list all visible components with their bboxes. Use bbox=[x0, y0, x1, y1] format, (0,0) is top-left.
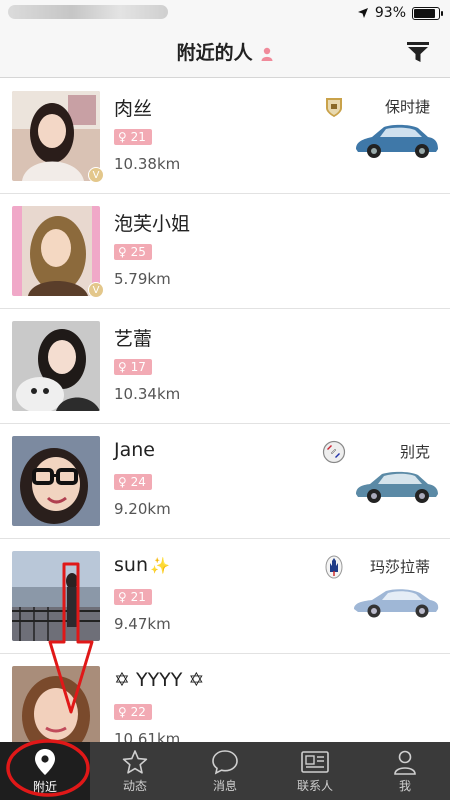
person-name: 泡芙小姐 bbox=[114, 213, 191, 235]
distance: 9.47km bbox=[114, 615, 171, 633]
location-pin-icon bbox=[35, 748, 55, 775]
page-title-text: 附近的人 bbox=[176, 42, 253, 64]
battery-fill bbox=[414, 8, 436, 18]
maserati-logo-icon bbox=[325, 555, 343, 579]
car-image bbox=[356, 471, 438, 503]
tab-nearby[interactable]: 附近 bbox=[0, 742, 90, 800]
carrier-info-blurred bbox=[8, 5, 168, 19]
list-item[interactable]: V 肉丝 ♀ 21 10.38km 保时捷 bbox=[0, 79, 450, 194]
avatar bbox=[12, 551, 100, 641]
age-badge: ♀ 22 bbox=[114, 704, 152, 720]
distance: 10.38km bbox=[114, 155, 181, 173]
list-item[interactable]: Jane ♀ 24 9.20km 别克 bbox=[0, 424, 450, 539]
status-bar: 93% bbox=[0, 0, 450, 26]
tab-moments[interactable]: 动态 bbox=[90, 742, 180, 800]
tab-label: 我 bbox=[398, 778, 411, 793]
porsche-logo-icon bbox=[326, 98, 342, 117]
car-brand: 别克 bbox=[399, 443, 430, 461]
filter-icon bbox=[407, 42, 429, 62]
battery-icon bbox=[412, 6, 443, 20]
car-image bbox=[354, 589, 439, 618]
tab-label: 附近 bbox=[32, 779, 57, 794]
tab-label: 消息 bbox=[212, 778, 237, 793]
avatar bbox=[12, 666, 100, 742]
distance: 9.20km bbox=[114, 500, 171, 518]
vip-badge: V bbox=[88, 282, 104, 298]
distance: 10.61km bbox=[114, 730, 181, 742]
location-arrow-icon bbox=[357, 8, 368, 18]
female-icon: ♀ bbox=[118, 475, 127, 489]
person-icon bbox=[261, 47, 273, 61]
avatar bbox=[12, 91, 100, 181]
people-list: V 肉丝 ♀ 21 10.38km 保时捷 V 泡芙小姐 ♀ 25 5.79km… bbox=[0, 79, 450, 742]
age-badge: ♀ 17 bbox=[114, 359, 152, 375]
distance: 10.34km bbox=[114, 385, 181, 403]
female-icon: ♀ bbox=[118, 130, 127, 144]
star-icon bbox=[122, 749, 148, 774]
list-item[interactable]: 艺蕾 ♀ 17 10.34km bbox=[0, 309, 450, 424]
list-item[interactable]: V 泡芙小姐 ♀ 25 5.79km bbox=[0, 194, 450, 309]
vip-badge: V bbox=[88, 167, 104, 183]
age-badge: ♀ 24 bbox=[114, 474, 152, 490]
female-icon: ♀ bbox=[118, 705, 127, 719]
tab-contacts[interactable]: 联系人 bbox=[270, 742, 360, 800]
avatar bbox=[12, 206, 100, 296]
person-name: sun ✨ bbox=[114, 554, 170, 576]
sparkle-emoji: ✨ bbox=[149, 556, 170, 575]
chat-bubble-icon bbox=[212, 749, 238, 774]
person-name: Jane bbox=[114, 439, 155, 461]
tab-messages[interactable]: 消息 bbox=[180, 742, 270, 800]
contact-card-icon bbox=[301, 750, 329, 773]
filter-button[interactable] bbox=[404, 38, 432, 66]
tab-label: 联系人 bbox=[296, 778, 333, 793]
battery-percent: 93% bbox=[374, 5, 406, 21]
status-right: 93% bbox=[357, 4, 443, 22]
person-name: 艺蕾 bbox=[114, 328, 153, 350]
person-icon bbox=[394, 750, 416, 775]
person-name: ✡ YYYY ✡ bbox=[114, 669, 205, 691]
female-icon: ♀ bbox=[118, 245, 127, 259]
age-badge: ♀ 21 bbox=[114, 589, 152, 605]
car-brand: 玛莎拉蒂 bbox=[369, 558, 430, 576]
distance: 5.79km bbox=[114, 270, 171, 288]
age-badge: ♀ 25 bbox=[114, 244, 152, 260]
tab-me[interactable]: 我 bbox=[360, 742, 450, 800]
buick-logo-icon bbox=[322, 440, 346, 464]
avatar bbox=[12, 436, 100, 526]
tab-bar: 附近 动态 消息 联系人 我 bbox=[0, 742, 450, 800]
list-item[interactable]: sun ✨ ♀ 21 9.47km 玛莎拉蒂 bbox=[0, 539, 450, 654]
person-name: 肉丝 bbox=[114, 98, 153, 120]
car-brand: 保时捷 bbox=[384, 98, 430, 116]
car-image bbox=[356, 124, 438, 158]
list-item[interactable]: ✡ YYYY ✡ ♀ 22 10.61km bbox=[0, 654, 450, 742]
tab-label: 动态 bbox=[122, 778, 147, 793]
female-icon: ♀ bbox=[118, 360, 127, 374]
avatar bbox=[12, 321, 100, 411]
female-icon: ♀ bbox=[118, 590, 127, 604]
page-title: 附近的人 bbox=[0, 38, 450, 65]
age-badge: ♀ 21 bbox=[114, 129, 152, 145]
nav-bar: 附近的人 bbox=[0, 26, 450, 78]
